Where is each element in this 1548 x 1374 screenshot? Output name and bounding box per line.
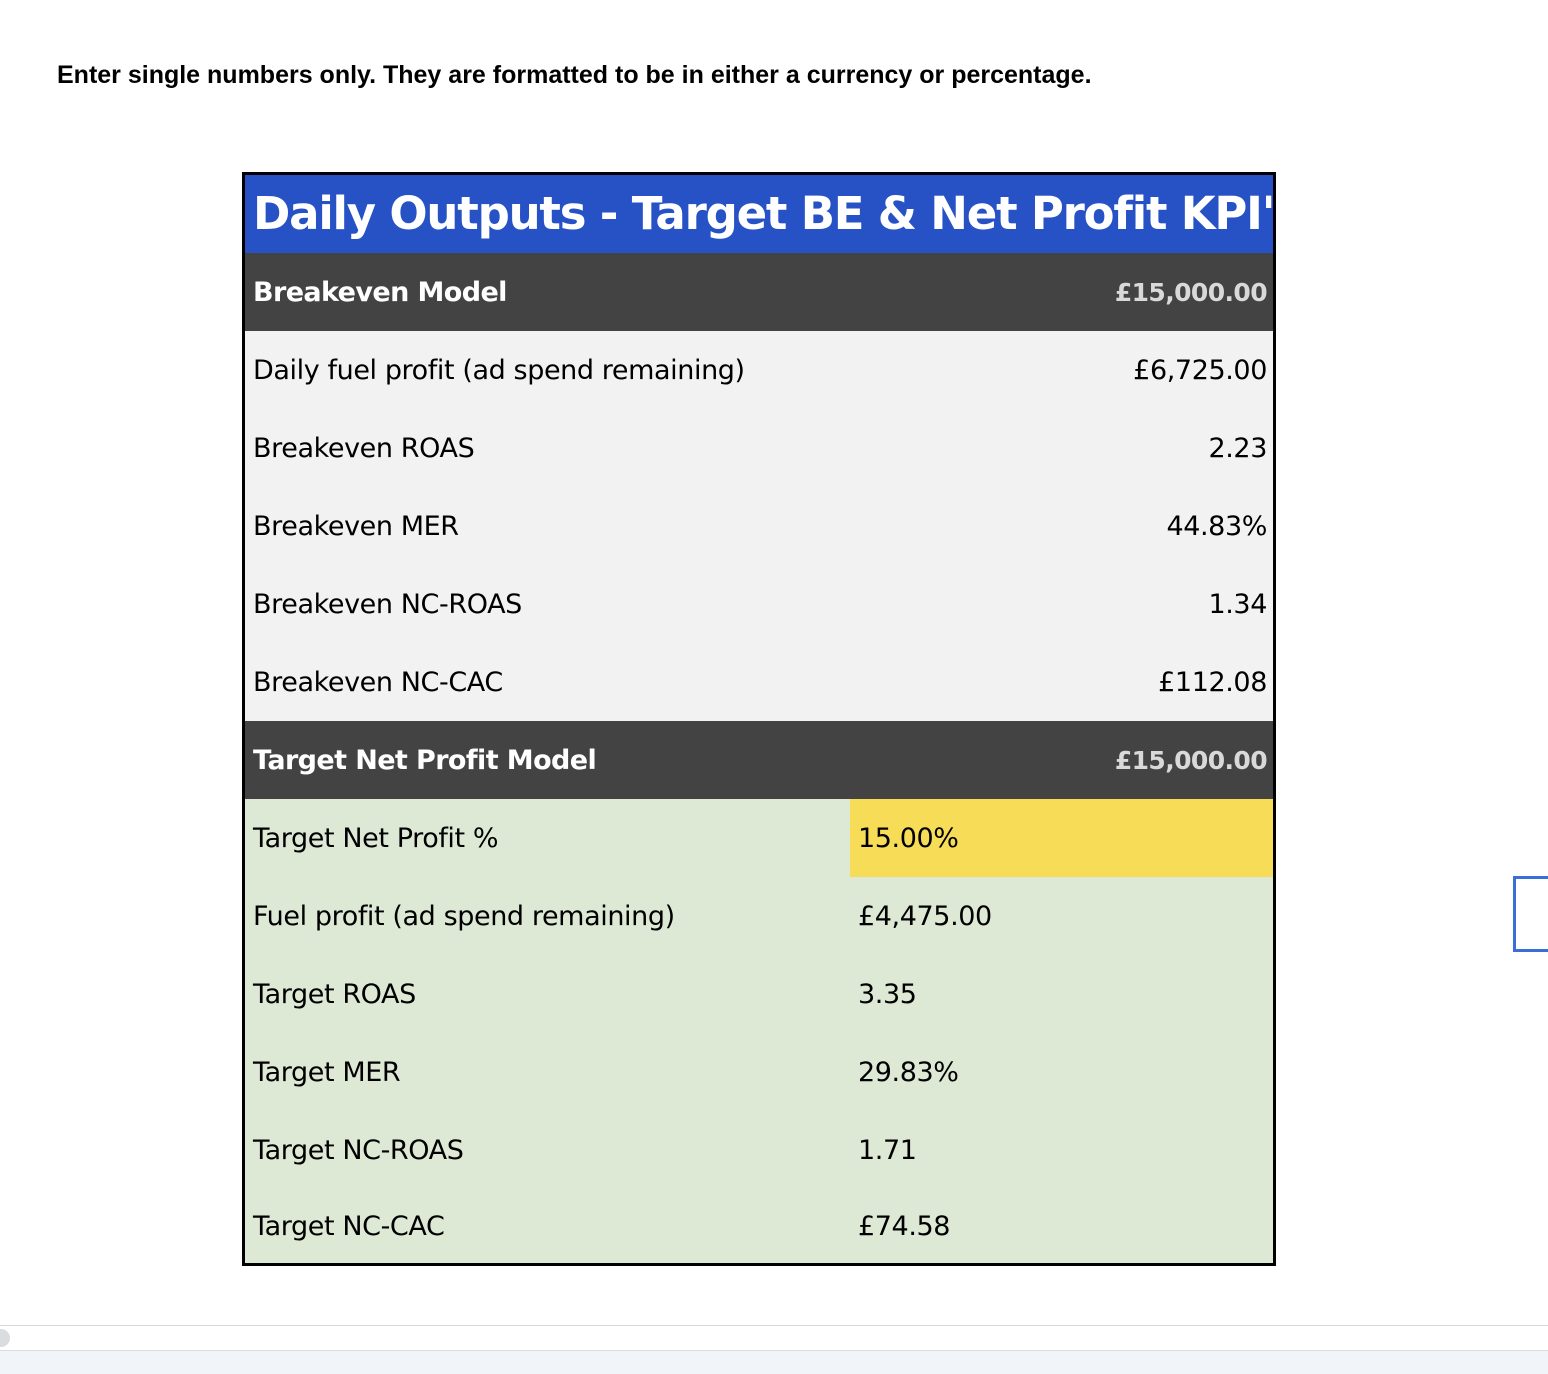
target-row: Fuel profit (ad spend remaining) £4,475.…	[245, 877, 1273, 955]
breakeven-header-label[interactable]: Breakeven Model	[253, 277, 507, 308]
breakeven-row: Breakeven MER 44.83%	[245, 487, 1273, 565]
breakeven-row-value[interactable]: 1.34	[1208, 589, 1267, 620]
target-header-label[interactable]: Target Net Profit Model	[253, 745, 597, 776]
target-row-value[interactable]: 3.35	[850, 955, 1273, 1033]
breakeven-row: Breakeven ROAS 2.23	[245, 409, 1273, 487]
breakeven-row-label[interactable]: Breakeven NC-CAC	[253, 667, 503, 698]
target-row-value[interactable]: £74.58	[850, 1189, 1273, 1263]
target-row: Target MER 29.83%	[245, 1033, 1273, 1111]
scroll-handle[interactable]	[0, 1329, 10, 1347]
target-row: Target NC-ROAS 1.71	[245, 1111, 1273, 1189]
breakeven-row-value[interactable]: 2.23	[1208, 433, 1267, 464]
breakeven-row-value[interactable]: 44.83%	[1166, 511, 1267, 542]
target-row-value[interactable]: 29.83%	[850, 1033, 1273, 1111]
target-row-value[interactable]: 1.71	[850, 1111, 1273, 1189]
target-row-label[interactable]: Target NC-ROAS	[245, 1111, 850, 1189]
target-header-row: Target Net Profit Model £15,000.00	[245, 721, 1273, 799]
bottom-scroll-area	[0, 1325, 1548, 1374]
target-row: Target NC-CAC £74.58	[245, 1189, 1273, 1263]
target-net-profit-input-cell[interactable]: 15.00%	[850, 799, 1273, 877]
active-cell-selection[interactable]	[1513, 876, 1548, 952]
breakeven-row-label[interactable]: Breakeven ROAS	[253, 433, 475, 464]
breakeven-header-value[interactable]: £15,000.00	[1115, 278, 1268, 307]
breakeven-row-value[interactable]: £112.08	[1158, 667, 1267, 698]
breakeven-row-label[interactable]: Daily fuel profit (ad spend remaining)	[253, 355, 745, 386]
horizontal-scrollbar[interactable]	[0, 1350, 1548, 1374]
target-row-label[interactable]: Target ROAS	[245, 955, 850, 1033]
breakeven-row: Daily fuel profit (ad spend remaining) £…	[245, 331, 1273, 409]
breakeven-row: Breakeven NC-ROAS 1.34	[245, 565, 1273, 643]
target-row-label[interactable]: Target NC-CAC	[245, 1189, 850, 1263]
breakeven-row-value[interactable]: £6,725.00	[1133, 355, 1267, 386]
breakeven-row-label[interactable]: Breakeven NC-ROAS	[253, 589, 522, 620]
table-title[interactable]: Daily Outputs - Target BE & Net Profit K…	[245, 175, 1273, 253]
instructions-text: Enter single numbers only. They are form…	[57, 61, 1092, 89]
target-row-label[interactable]: Target Net Profit %	[245, 799, 850, 877]
target-row-label[interactable]: Target MER	[245, 1033, 850, 1111]
spreadsheet-page: Enter single numbers only. They are form…	[0, 0, 1548, 1374]
breakeven-row: Breakeven NC-CAC £112.08	[245, 643, 1273, 721]
target-row: Target ROAS 3.35	[245, 955, 1273, 1033]
target-row: Target Net Profit % 15.00%	[245, 799, 1273, 877]
target-row-label[interactable]: Fuel profit (ad spend remaining)	[245, 877, 850, 955]
target-row-value[interactable]: £4,475.00	[850, 877, 1273, 955]
target-header-value[interactable]: £15,000.00	[1115, 746, 1268, 775]
kpi-table: Daily Outputs - Target BE & Net Profit K…	[242, 172, 1276, 1266]
breakeven-header-row: Breakeven Model £15,000.00	[245, 253, 1273, 331]
breakeven-row-label[interactable]: Breakeven MER	[253, 511, 459, 542]
